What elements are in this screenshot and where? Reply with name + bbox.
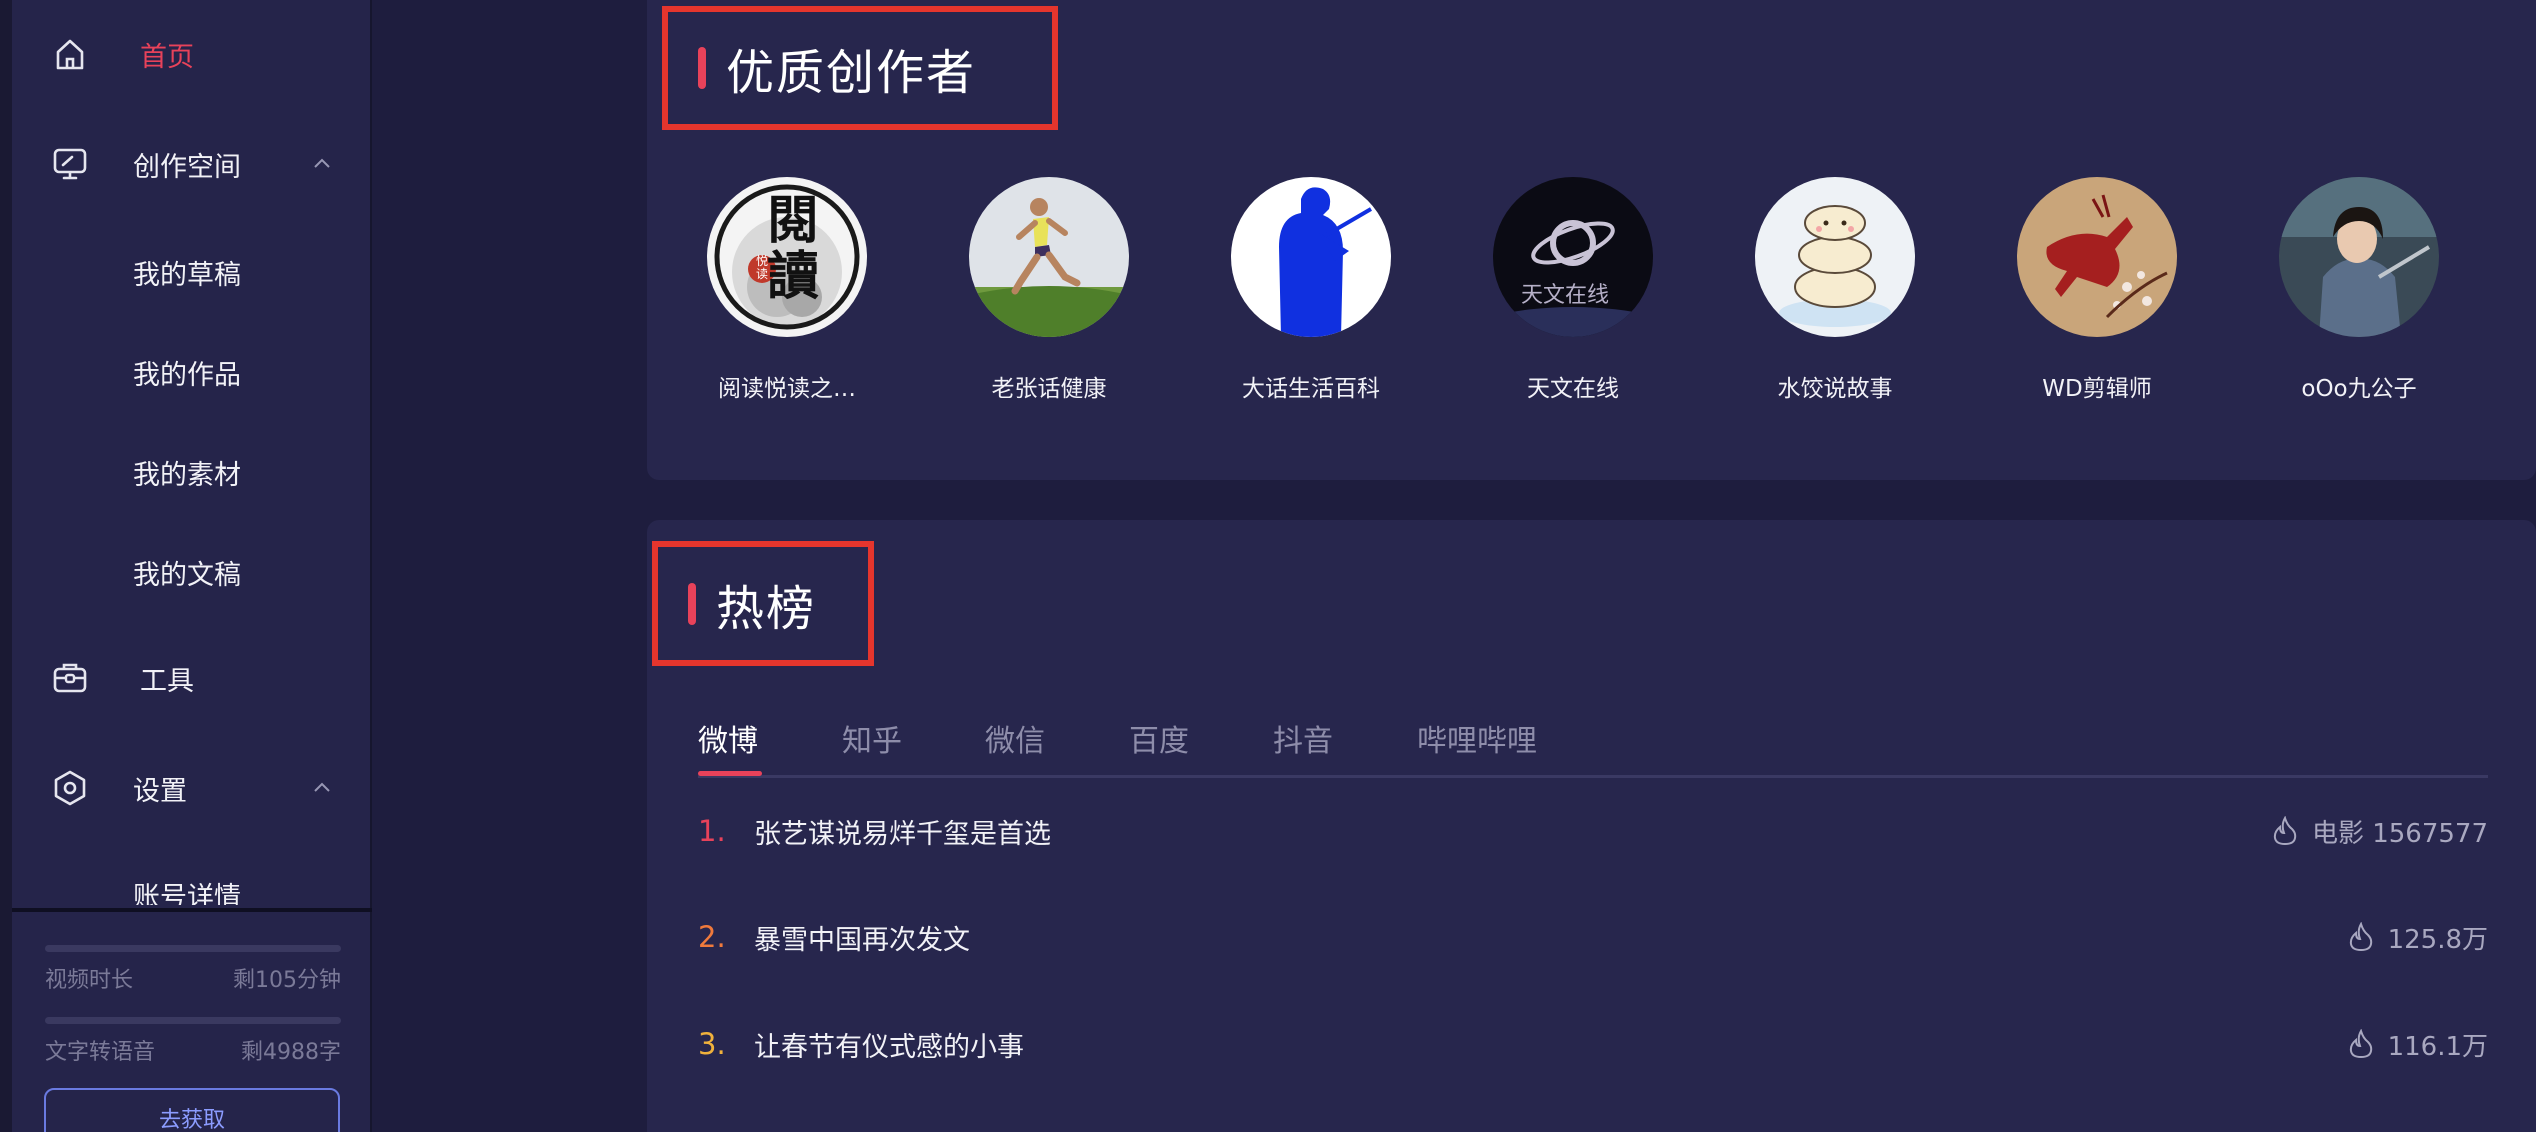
active-tab-indicator [698,771,762,776]
hot-item-title: 张艺谋说易烊千玺是首选 [754,818,1051,850]
planet-astronomy-avatar[interactable]: 天文在线 [1493,177,1653,337]
heat-value: 116.1万 [2348,1026,2488,1063]
sidebar-subitem-label: 我的作品 [133,359,241,391]
sidebar-item-label: 设置 [133,775,187,807]
creator-name: WD剪辑师 [2042,376,2152,402]
hot-section-title: 热榜 [652,541,874,666]
get-more-button[interactable]: 去获取 [44,1088,340,1132]
sidebar-item-home[interactable]: 首页 [12,14,372,94]
tab-weibo[interactable]: 微博 [698,716,758,760]
creator-item[interactable]: WD剪辑师 [1997,177,2197,403]
usage-progress-bar [45,945,341,952]
sidebar-subitem-scripts[interactable]: 我的文稿 [12,537,372,607]
heat-value: 电影 1567577 [2272,813,2488,850]
runner-woman-avatar[interactable] [969,177,1129,337]
sidebar-item-tools[interactable]: 工具 [12,638,372,718]
creator-name: 水饺说故事 [1777,376,1893,402]
heat-value: 125.8万 [2348,919,2488,956]
tab-bilibili[interactable]: 哔哩哔哩 [1417,716,1537,760]
title-accent-bar [698,47,706,89]
red-deer-painting-avatar[interactable] [2017,177,2177,337]
usage-text-to-speech: 文字转语音 剩4988字 [45,1017,341,1066]
heat-text: 125.8万 [2387,924,2488,955]
hot-item-title: 让春节有仪式感的小事 [754,1031,1024,1063]
sidebar-item-settings[interactable]: 设置 [12,748,372,828]
usage-value: 剩105分钟 [233,968,341,993]
sidebar-subitem-label: 我的草稿 [133,259,241,291]
usage-progress-bar [45,1017,341,1024]
section-title-text: 热榜 [716,580,817,637]
dumpling-cartoon-avatar[interactable] [1755,177,1915,337]
sidebar-subitem-account[interactable]: 账号详情 [12,855,372,905]
sidebar-subitem-works[interactable]: 我的作品 [12,337,372,407]
hot-list-item[interactable]: 1. 张艺谋说易烊千玺是首选 电影 1567577 [698,801,2488,861]
rank-number: 3. [698,1027,726,1061]
calligraphy-reading-avatar[interactable]: 閱讀 悦读 [707,177,867,337]
sidebar-item-label: 首页 [140,41,194,73]
gear-hexagon-icon [50,768,90,808]
creator-name: 大话生活百科 [1242,376,1380,402]
rank-number: 1. [698,814,726,848]
hot-list-item[interactable]: 3. 让春节有仪式感的小事 116.1万 [698,1014,2488,1074]
home-icon [50,34,90,74]
sidebar-subitem-drafts[interactable]: 我的草稿 [12,237,372,307]
sidebar-item-label: 创作空间 [133,151,241,183]
section-title-text: 优质创作者 [726,45,977,101]
title-accent-bar [688,582,696,625]
usage-label: 视频时长 [45,968,134,993]
blue-silhouette-writer-avatar[interactable] [1231,177,1391,337]
sidebar-subitem-label: 我的素材 [133,459,241,491]
creator-item[interactable]: 天文在线 天文在线 [1473,177,1673,403]
toolbox-icon [50,658,90,698]
sidebar-subitem-label: 我的文稿 [133,559,241,591]
portrait-woman-avatar[interactable] [2279,177,2439,337]
creator-name: 老张话健康 [991,376,1107,402]
avatar-calligraphy-text: 閱讀 [767,190,820,307]
creator-item[interactable]: 閱讀 悦读 阅读悦读之… [687,177,887,403]
flame-icon [2273,816,2297,846]
avatar-stamp-text: 悦读 [755,254,768,281]
creator-item[interactable]: 老张话健康 [949,177,1149,403]
tab-douyin[interactable]: 抖音 [1273,716,1333,760]
heat-text: 116.1万 [2387,1031,2488,1062]
flame-icon [2349,1029,2372,1059]
avatar-text: 天文在线 [1521,283,1610,308]
sidebar-divider [12,908,372,912]
sidebar: 首页 创作空间 我的草稿 我的作品 我的素材 我的文稿 工具 设置 账号详情 视… [12,0,372,1132]
creator-name: 天文在线 [1527,376,1619,402]
hot-item-title: 暴雪中国再次发文 [754,924,970,956]
creators-section-title: 优质创作者 [662,6,1058,130]
sidebar-edge-strip [0,0,12,1132]
creator-item[interactable]: oOo九公子 [2259,177,2459,403]
sidebar-subitem-materials[interactable]: 我的素材 [12,437,372,507]
creator-name: oOo九公子 [2301,376,2417,402]
heat-text: 电影 1567577 [2311,818,2488,849]
rank-number: 2. [698,920,726,954]
tab-baidu[interactable]: 百度 [1129,716,1189,760]
chevron-up-icon[interactable] [310,776,334,800]
usage-value: 剩4988字 [241,1040,341,1065]
usage-video-duration: 视频时长 剩105分钟 [45,945,341,994]
monitor-pen-icon [50,144,90,184]
chevron-up-icon[interactable] [310,152,334,176]
hot-tabs: 微博 知乎 微信 百度 抖音 哔哩哔哩 [698,712,2488,778]
sidebar-item-label: 工具 [140,665,194,697]
hot-list-item[interactable]: 2. 暴雪中国再次发文 125.8万 [698,907,2488,967]
creator-item[interactable]: 水饺说故事 [1735,177,1935,403]
usage-label: 文字转语音 [45,1040,156,1065]
creator-name: 阅读悦读之… [718,376,856,402]
tab-zhihu[interactable]: 知乎 [842,716,902,760]
flame-icon [2349,922,2372,952]
sidebar-subitem-label: 账号详情 [133,882,241,905]
tab-wechat[interactable]: 微信 [985,716,1045,760]
sidebar-item-creation-space[interactable]: 创作空间 [12,124,372,204]
creator-item[interactable]: 大话生活百科 [1211,177,1411,403]
